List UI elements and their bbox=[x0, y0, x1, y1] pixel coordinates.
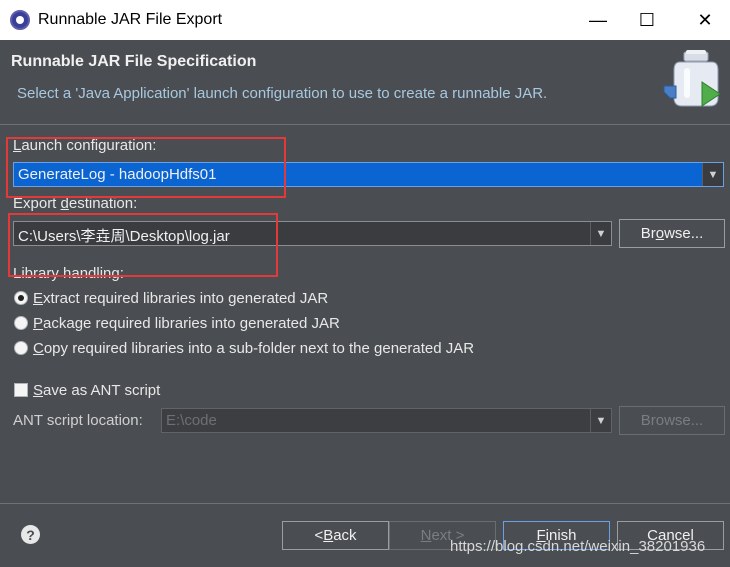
footer-separator bbox=[0, 503, 730, 504]
ant-location-value: E:\code bbox=[166, 412, 217, 429]
watermark: https://blog.csdn.net/weixin_38201936 bbox=[450, 538, 706, 555]
radio-package[interactable] bbox=[14, 316, 28, 330]
maximize-button[interactable]: ☐ bbox=[624, 0, 670, 40]
wizard-header: Runnable JAR File Specification Select a… bbox=[0, 40, 730, 125]
minimize-button[interactable]: — bbox=[575, 0, 621, 40]
chevron-down-icon[interactable]: ▼ bbox=[590, 222, 611, 245]
back-button[interactable]: < Back bbox=[282, 521, 389, 550]
window-title: Runnable JAR File Export bbox=[38, 11, 223, 28]
ant-browse-button[interactable]: Browse... bbox=[619, 406, 725, 435]
title-bar: Runnable JAR File Export — ☐ ✕ bbox=[0, 0, 730, 40]
radio-package-label[interactable]: Package required libraries into generate… bbox=[33, 315, 340, 332]
save-ant-checkbox[interactable] bbox=[14, 383, 28, 397]
radio-extract-label[interactable]: Extract required libraries into generate… bbox=[33, 290, 328, 307]
jar-export-icon bbox=[663, 50, 721, 107]
radio-copy-label[interactable]: Copy required libraries into a sub-folde… bbox=[33, 340, 474, 357]
annotation-box-export bbox=[8, 213, 278, 277]
save-ant-label[interactable]: Save as ANT script bbox=[33, 382, 160, 399]
radio-extract[interactable] bbox=[14, 291, 28, 305]
export-browse-button[interactable]: Br o wse... bbox=[619, 219, 725, 248]
close-button[interactable]: ✕ bbox=[682, 0, 728, 40]
ant-location-combo[interactable]: E:\code ▼ bbox=[161, 408, 612, 433]
chevron-down-icon[interactable]: ▼ bbox=[702, 163, 723, 186]
page-description: Select a 'Java Application' launch confi… bbox=[17, 85, 548, 102]
help-icon[interactable]: ? bbox=[21, 525, 40, 544]
eclipse-icon bbox=[10, 10, 30, 30]
annotation-box-launch bbox=[6, 137, 286, 198]
page-title: Runnable JAR File Specification bbox=[11, 53, 257, 70]
chevron-down-icon[interactable]: ▼ bbox=[590, 409, 611, 432]
ant-location-label: ANT script location: bbox=[13, 412, 143, 429]
radio-copy[interactable] bbox=[14, 341, 28, 355]
